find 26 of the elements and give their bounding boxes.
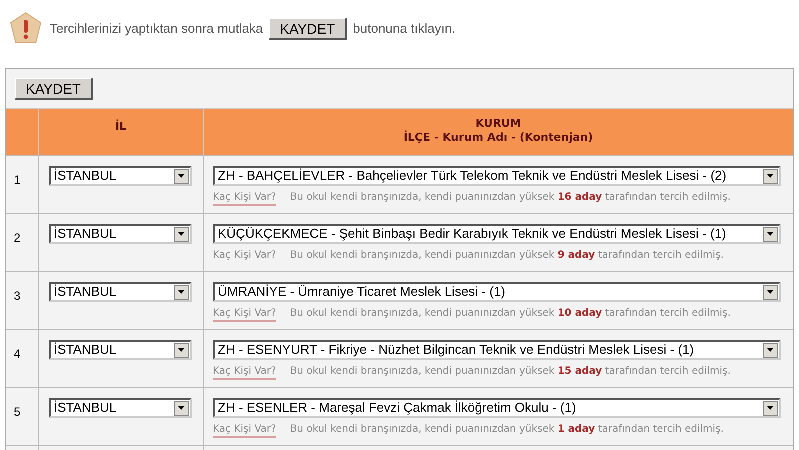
school-dropdown[interactable]: ZH - ESENYURT - Fikriye - Nüzhet Bilgincan Teknik ve Endüstri Meslek Lisesi - (1) [213,340,781,360]
column-header: İL [39,108,204,155]
school-dropdown[interactable]: ÜMRANİYE - Ümraniye Ticaret Meslek Lisesi - (1) [213,282,781,302]
notice-text: Tercihlerinizi yaptıktan sonra mutlaka [50,20,264,38]
row-number: 3 [14,289,21,303]
city-dropdown[interactable]: İSTANBUL [49,398,192,418]
info-text: Bu okul kendi branşınızda, kendi puanınızdan yüksek 16 aday tarafından tercih edilmiş. [290,192,731,205]
row-number: 4 [14,347,21,361]
row-number: 2 [14,231,21,245]
city-dropdown[interactable]: İSTANBUL [49,282,192,302]
info-text: Bu okul kendi branşınızda, kendi puanınızdan yüksek 9 aday tarafından tercih edilmiş. [290,250,724,262]
notice-text: butonuna tıklayın. [353,20,456,38]
city-dropdown[interactable]: İSTANBUL [49,166,192,186]
school-dropdown[interactable]: KÜÇÜKÇEKMECE - Şehit Binbaşı Bedir Karabıyık Teknik ve Endüstri Meslek Lisesi - (1) [213,224,781,244]
save-button[interactable]: KAYDET [269,18,348,40]
school-dropdown[interactable]: ZH - BAHÇELİEVLER - Bahçelievler Türk Telekom Teknik ve Endüstri Meslek Lisesi - (2) [213,166,781,186]
info-text: Bu okul kendi branşınızda, kendi puanınızdan yüksek 10 aday tarafından tercih edilmiş. [290,308,731,321]
row-number: 5 [14,405,21,419]
save-button[interactable]: KAYDET [15,78,93,100]
info-text: Bu okul kendi branşınızda, kendi puanınızdan yüksek 1 aday tarafından tercih edilmiş. [290,424,724,437]
column-header: KURUM İLÇE - Kurum Adı - (Kontenjan) [204,108,793,155]
school-dropdown[interactable]: ZH - ESENLER - Mareşal Fevzi Çakmak İlköğretim Okulu - (1) [213,398,781,418]
info-text: Bu okul kendi branşınızda, kendi puanınızdan yüksek 15 aday tarafından tercih edilmiş. [290,366,731,379]
row-number: 1 [14,173,21,187]
city-dropdown[interactable]: İSTANBUL [49,340,192,360]
city-dropdown[interactable]: İSTANBUL [49,224,192,244]
